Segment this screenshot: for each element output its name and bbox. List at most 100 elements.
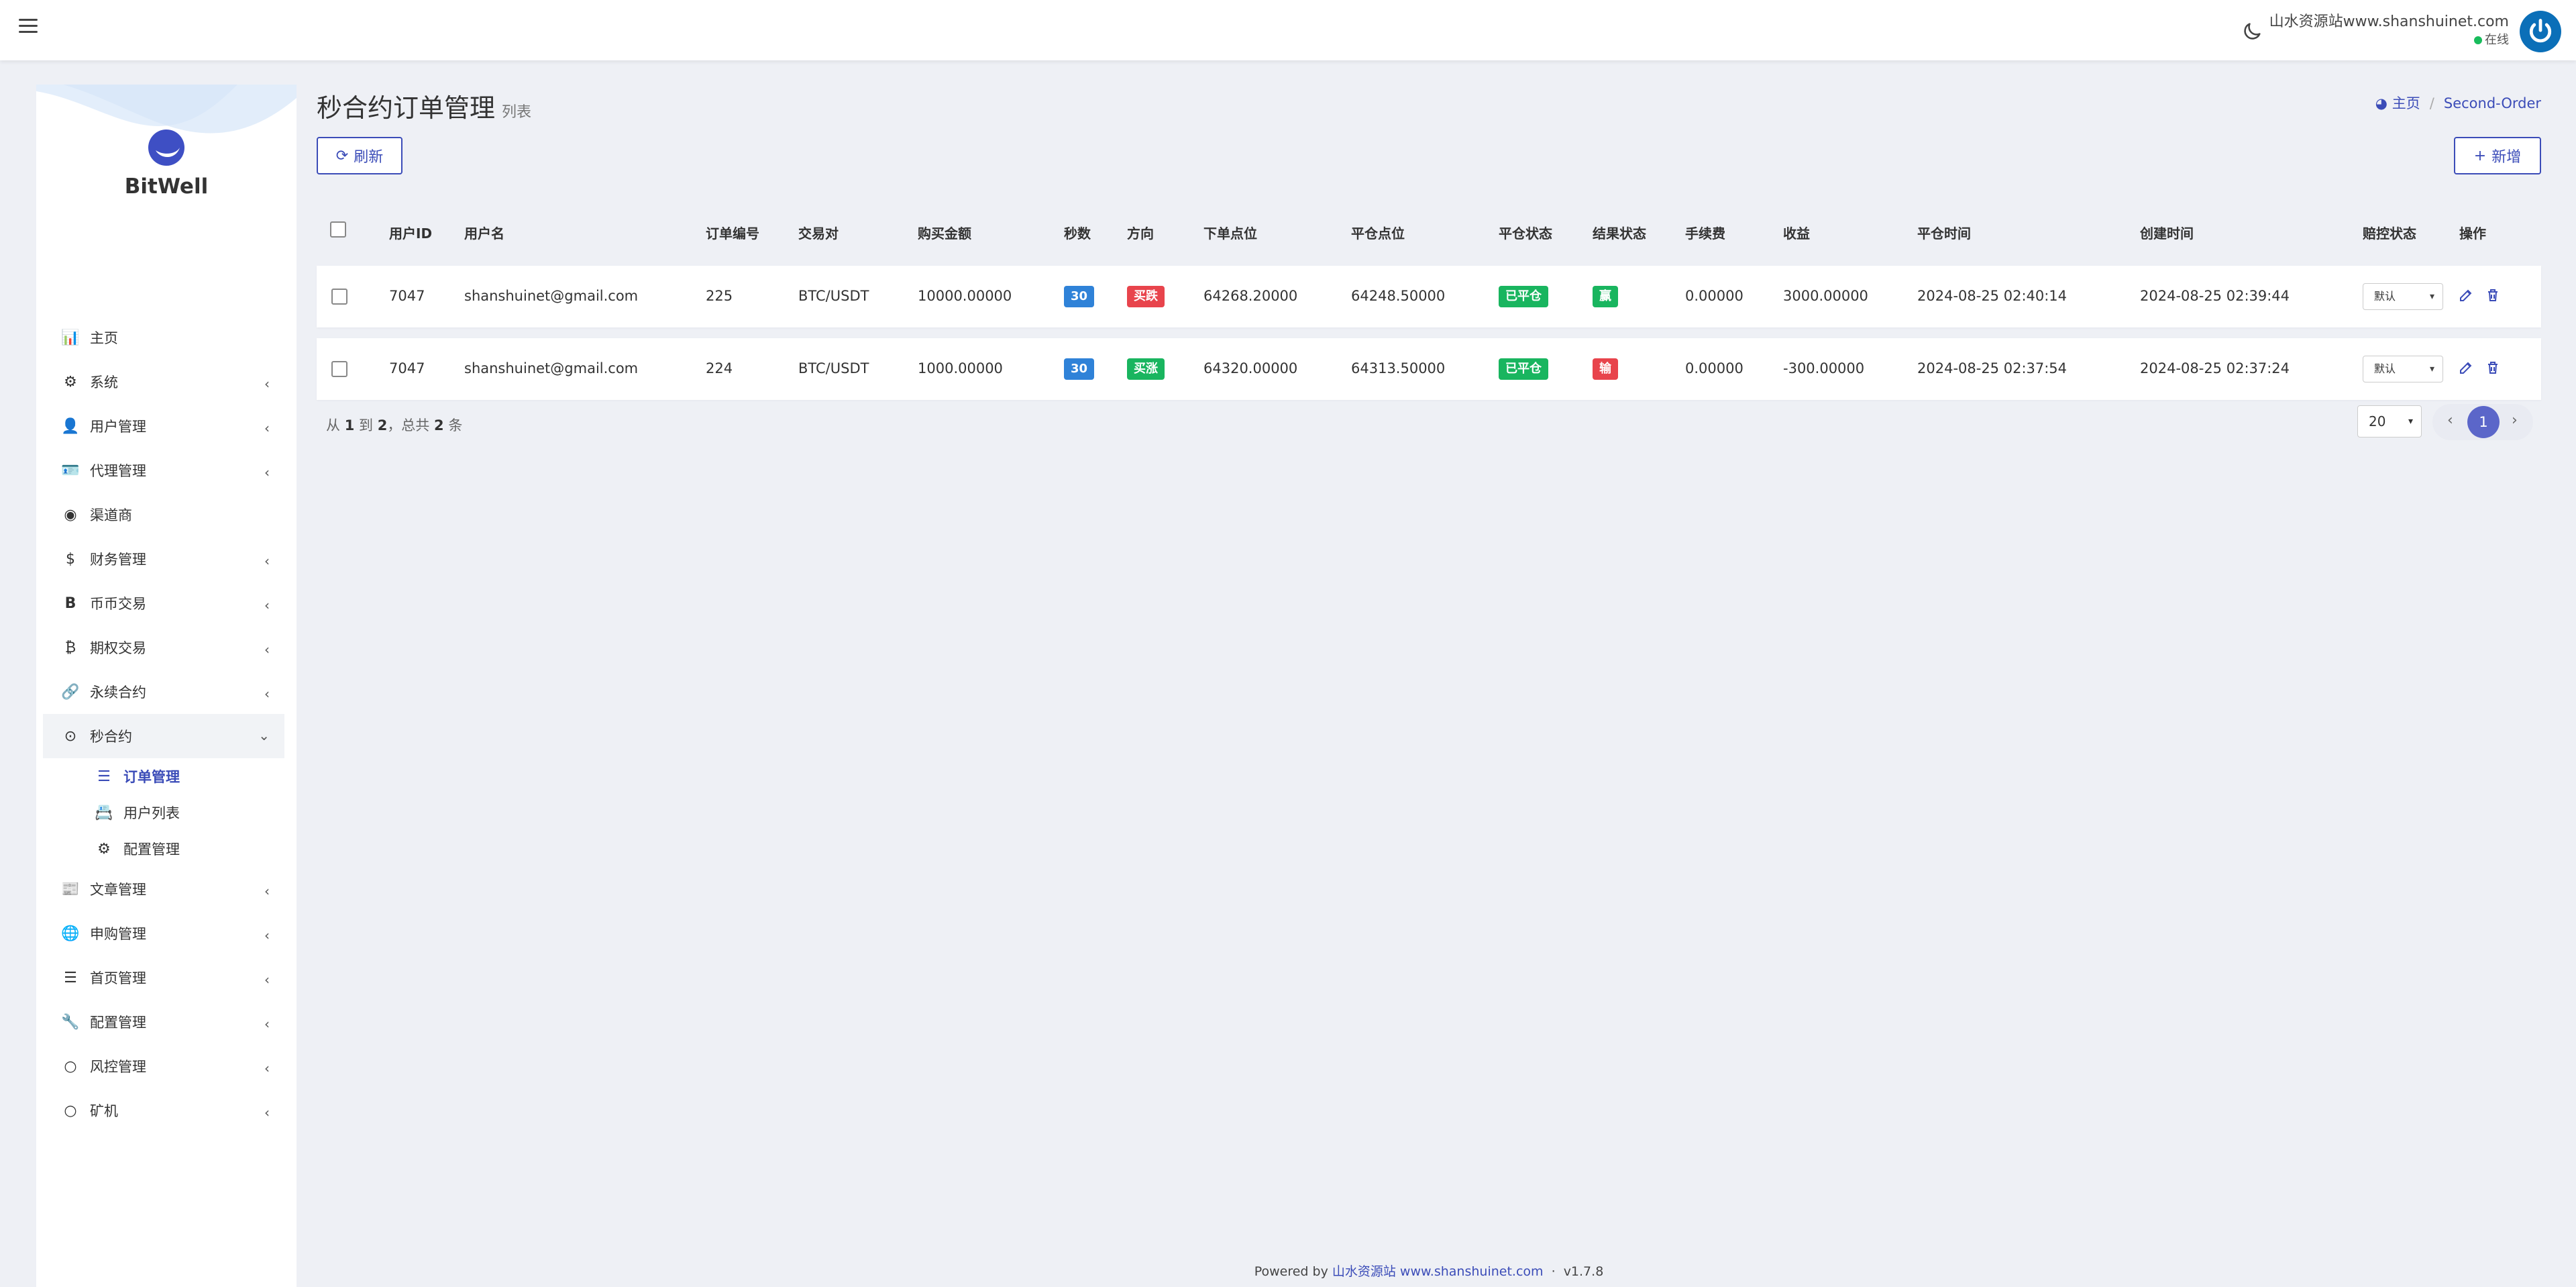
column-header[interactable]: 下单点位 bbox=[1203, 223, 1257, 242]
column-header[interactable]: 收益 bbox=[1783, 223, 1810, 242]
breadcrumb-current[interactable]: Second-Order bbox=[2444, 95, 2541, 111]
link-icon: 🔗 bbox=[61, 683, 80, 701]
submenu-item-order-management[interactable]: ☰ 订单管理 bbox=[43, 758, 284, 794]
plus-icon: + bbox=[2473, 147, 2487, 164]
page-subtitle: 列表 bbox=[502, 104, 532, 121]
close-status-badge: 已平仓 bbox=[1499, 286, 1548, 307]
column-header[interactable]: 交易对 bbox=[798, 223, 839, 242]
column-header[interactable]: 创建时间 bbox=[2140, 223, 2194, 242]
delete-icon[interactable] bbox=[2485, 360, 2501, 376]
row-checkbox[interactable] bbox=[331, 289, 347, 305]
cell-result: 输 bbox=[1593, 358, 1618, 380]
cell-direction: 买跌 bbox=[1127, 286, 1165, 307]
control-select[interactable]: 默认 ▾ bbox=[2363, 283, 2443, 310]
cell-amount: 1000.00000 bbox=[918, 360, 1003, 376]
direction-badge: 买涨 bbox=[1127, 358, 1165, 380]
chevron-left-icon: ‹ bbox=[264, 597, 270, 613]
sidebar-item-user-management[interactable]: 👤 用户管理 ‹ bbox=[43, 404, 284, 448]
submenu-item-user-list[interactable]: 📇 用户列表 bbox=[43, 794, 284, 831]
pagination-to-word: 到 bbox=[359, 417, 373, 433]
footer-separator: · bbox=[1551, 1264, 1556, 1279]
list-icon: ☰ bbox=[97, 768, 111, 785]
dashboard-icon: 📊 bbox=[61, 329, 80, 346]
row-checkbox[interactable] bbox=[331, 361, 347, 377]
sidebar-item-homepage[interactable]: ☰ 首页管理 ‹ bbox=[43, 956, 284, 1000]
next-page-button[interactable]: › bbox=[2512, 412, 2518, 429]
cell-profit: -300.00000 bbox=[1783, 360, 1865, 376]
table-header: 用户ID 用户名 订单编号 交易对 购买金额 秒数 方向 下单点位 平仓点位 平… bbox=[317, 199, 2541, 266]
dot-circle-icon: ⊙ bbox=[64, 727, 77, 745]
cell-user-id: 7047 bbox=[389, 288, 425, 304]
chevron-left-icon: ‹ bbox=[264, 1104, 270, 1121]
avatar[interactable] bbox=[2520, 11, 2561, 52]
prev-page-button[interactable]: ‹ bbox=[2447, 412, 2453, 429]
chevron-left-icon: ‹ bbox=[264, 420, 270, 436]
sidebar-item-perpetual[interactable]: 🔗 永续合约 ‹ bbox=[43, 670, 284, 714]
column-header[interactable]: 用户ID bbox=[389, 223, 432, 242]
cell-user-id: 7047 bbox=[389, 360, 425, 376]
sidebar-item-label: 代理管理 bbox=[90, 463, 146, 479]
submenu-second-contract: ☰ 订单管理 📇 用户列表 ⚙ 配置管理 bbox=[43, 758, 284, 867]
close-status-badge: 已平仓 bbox=[1499, 358, 1548, 380]
table-row[interactable]: 7047 shanshuinet@gmail.com 224 BTC/USDT … bbox=[317, 338, 2541, 400]
cell-close-price: 64248.50000 bbox=[1351, 288, 1446, 304]
sidebar-item-options-trading[interactable]: ₿ 期权交易 ‹ bbox=[43, 625, 284, 670]
chevron-left-icon: ‹ bbox=[264, 464, 270, 480]
sidebar-item-label: 主页 bbox=[90, 330, 118, 346]
chevron-down-icon: ⌄ bbox=[258, 727, 270, 743]
table-row[interactable]: 7047 shanshuinet@gmail.com 225 BTC/USDT … bbox=[317, 266, 2541, 327]
sidebar-item-label: 币币交易 bbox=[90, 596, 146, 612]
column-header[interactable]: 平仓时间 bbox=[1917, 223, 1971, 242]
hamburger-menu-icon[interactable] bbox=[19, 19, 38, 36]
sidebar-item-risk-control[interactable]: ○ 风控管理 ‹ bbox=[43, 1044, 284, 1088]
sidebar-item-spot-trading[interactable]: B 币币交易 ‹ bbox=[43, 581, 284, 625]
power-icon bbox=[2529, 19, 2552, 43]
edit-icon[interactable] bbox=[2458, 287, 2474, 303]
edit-icon[interactable] bbox=[2458, 360, 2474, 376]
column-header[interactable]: 手续费 bbox=[1685, 223, 1725, 242]
user-info[interactable]: 山水资源站www.shanshuinet.com 在线 bbox=[2269, 12, 2509, 48]
column-header[interactable]: 订单编号 bbox=[706, 223, 759, 242]
sidebar-item-label: 文章管理 bbox=[90, 882, 146, 898]
sidebar-item-articles[interactable]: 📰 文章管理 ‹ bbox=[43, 867, 284, 911]
column-header[interactable]: 结果状态 bbox=[1593, 223, 1646, 242]
chevron-left-icon: ‹ bbox=[264, 641, 270, 658]
sidebar-item-configuration[interactable]: 🔧 配置管理 ‹ bbox=[43, 1000, 284, 1044]
breadcrumb-home[interactable]: 主页 bbox=[2392, 95, 2420, 111]
page-button-current[interactable]: 1 bbox=[2467, 406, 2500, 438]
sidebar-item-second-contract[interactable]: ⊙ 秒合约 ⌄ bbox=[43, 714, 284, 758]
column-header[interactable]: 平仓点位 bbox=[1351, 223, 1405, 242]
newspaper-icon: 📰 bbox=[61, 880, 80, 898]
page-size-select[interactable]: 20 ▾ bbox=[2357, 405, 2422, 437]
sidebar-item-label: 申购管理 bbox=[90, 926, 146, 942]
chevron-left-icon: ‹ bbox=[264, 927, 270, 943]
sidebar-item-channel[interactable]: ◉ 渠道商 bbox=[43, 493, 284, 537]
dark-mode-moon-icon[interactable] bbox=[2241, 20, 2263, 43]
column-header[interactable]: 赔控状态 bbox=[2363, 223, 2416, 242]
delete-icon[interactable] bbox=[2485, 287, 2501, 303]
circle-icon: ○ bbox=[64, 1058, 77, 1075]
submenu-item-config[interactable]: ⚙ 配置管理 bbox=[43, 831, 284, 867]
add-button[interactable]: + 新增 bbox=[2454, 137, 2541, 174]
control-select[interactable]: 默认 ▾ bbox=[2363, 356, 2443, 382]
footer-link[interactable]: 山水资源站 www.shanshuinet.com bbox=[1332, 1264, 1544, 1279]
column-header[interactable]: 秒数 bbox=[1064, 223, 1091, 242]
refresh-button[interactable]: ⟳ 刷新 bbox=[317, 137, 402, 174]
column-header[interactable]: 方向 bbox=[1127, 223, 1154, 242]
seconds-badge: 30 bbox=[1064, 358, 1095, 380]
sidebar-item-agent-management[interactable]: 🪪 代理管理 ‹ bbox=[43, 448, 284, 493]
sidebar-item-home[interactable]: 📊 主页 bbox=[43, 315, 284, 360]
sidebar: BitWell 📊 主页 ⚙ 系统 ‹ 👤 用户管理 ‹ 🪪 代理管理 ‹ ◉ 渠道商 $ 财务管… bbox=[36, 85, 297, 1287]
column-header[interactable]: 购买金额 bbox=[918, 223, 971, 242]
caret-down-icon: ▾ bbox=[2429, 291, 2434, 302]
bitcoin-icon: ₿ bbox=[64, 639, 76, 656]
sidebar-item-system[interactable]: ⚙ 系统 ‹ bbox=[43, 360, 284, 404]
dollar-icon: $ bbox=[66, 550, 75, 568]
sidebar-item-finance[interactable]: $ 财务管理 ‹ bbox=[43, 537, 284, 581]
column-header[interactable]: 用户名 bbox=[464, 223, 504, 242]
select-all-checkbox[interactable] bbox=[330, 221, 346, 238]
sidebar-item-mining[interactable]: ○ 矿机 ‹ bbox=[43, 1088, 284, 1133]
column-header[interactable]: 平仓状态 bbox=[1499, 223, 1552, 242]
cell-pair: BTC/USDT bbox=[798, 288, 869, 304]
sidebar-item-subscription[interactable]: 🌐 申购管理 ‹ bbox=[43, 911, 284, 956]
